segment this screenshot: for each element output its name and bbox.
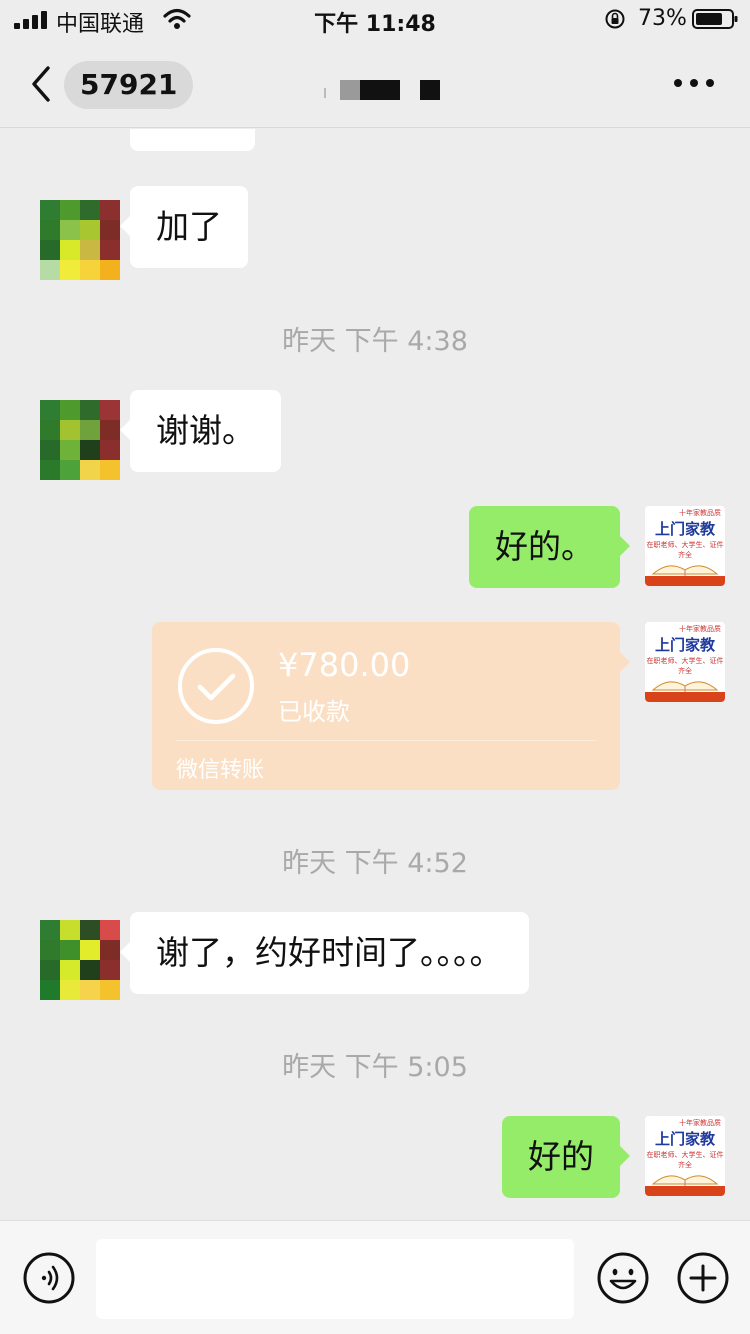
message-row: 加了 — [0, 186, 750, 280]
battery-percent: 73% — [638, 6, 687, 31]
message-list[interactable]: 加了 昨天 下午 4:38 谢谢。 好的。 十年家教品质 上门家教 在职老师、大… — [0, 129, 750, 1220]
avatar-logo-title: 上门家教 — [654, 636, 715, 654]
check-circle-icon — [178, 648, 254, 724]
unread-count-badge[interactable]: 57921 — [64, 61, 194, 109]
signal-icon — [14, 11, 47, 29]
voice-icon[interactable] — [22, 1251, 76, 1305]
emoji-icon[interactable] — [596, 1251, 650, 1305]
transfer-footer-label: 微信转账 — [176, 758, 265, 783]
orientation-lock-icon — [605, 9, 625, 29]
more-icon[interactable] — [672, 76, 716, 90]
input-bar — [0, 1220, 750, 1334]
chat-title-pixelated[interactable] — [322, 80, 442, 102]
book-icon — [651, 565, 719, 576]
chat-screen: 中国联通 下午 11:48 73% 57921 加了 昨天 下午 4:38 谢谢… — [0, 0, 750, 1334]
book-icon — [651, 1175, 719, 1186]
avatar-logo-title: 上门家教 — [654, 520, 715, 538]
transfer-divider — [176, 740, 596, 741]
message-bubble[interactable]: 加了 — [120, 186, 248, 268]
message-row: 好的。 十年家教品质 上门家教 在职老师、大学生、证件齐全 — [0, 506, 750, 592]
my-avatar[interactable]: 十年家教品质 上门家教 在职老师、大学生、证件齐全 — [645, 506, 725, 586]
wifi-icon — [163, 8, 191, 29]
back-arrow-icon[interactable] — [26, 64, 56, 104]
message-bubble[interactable]: 谢了，约好时间了。。。。 — [120, 912, 529, 994]
status-bar: 中国联通 下午 11:48 73% — [0, 0, 750, 40]
message-row: 谢了，约好时间了。。。。 — [0, 912, 750, 1000]
transfer-card[interactable]: ¥780.00 已收款 微信转账 — [152, 622, 630, 790]
avatar-logo-title: 上门家教 — [654, 1130, 715, 1148]
message-row-cut — [0, 129, 750, 151]
battery-icon — [692, 9, 738, 29]
message-bubble-partial[interactable] — [130, 129, 255, 151]
message-row: 谢谢。 — [0, 390, 750, 480]
message-bubble[interactable]: 好的。 — [469, 506, 630, 588]
nav-bar: 57921 — [0, 40, 750, 128]
message-bubble[interactable]: 谢谢。 — [120, 390, 281, 472]
contact-avatar[interactable] — [40, 200, 120, 280]
message-row: 好的 十年家教品质 上门家教 在职老师、大学生、证件齐全 — [0, 1116, 750, 1202]
plus-icon[interactable] — [676, 1251, 730, 1305]
book-icon — [651, 681, 719, 692]
my-avatar[interactable]: 十年家教品质 上门家教 在职老师、大学生、证件齐全 — [645, 1116, 725, 1196]
avatar-logo-band — [645, 692, 725, 702]
message-input[interactable] — [96, 1239, 574, 1319]
avatar-logo-band — [645, 576, 725, 586]
timestamp: 昨天 下午 5:05 — [282, 1052, 468, 1083]
carrier-name: 中国联通 — [56, 12, 145, 37]
contact-avatar[interactable] — [40, 400, 120, 480]
my-avatar[interactable]: 十年家教品质 上门家教 在职老师、大学生、证件齐全 — [645, 622, 725, 702]
avatar-logo-band — [645, 1186, 725, 1196]
message-bubble[interactable]: 好的 — [502, 1116, 630, 1198]
timestamp: 昨天 下午 4:52 — [282, 848, 468, 879]
contact-avatar[interactable] — [40, 920, 120, 1000]
transfer-row: ¥780.00 已收款 微信转账 十年家教品质 上门家教 在职老师、大学生、证件… — [0, 622, 750, 790]
timestamp: 昨天 下午 4:38 — [282, 326, 468, 357]
transfer-status: 已收款 — [278, 698, 350, 726]
transfer-amount: ¥780.00 — [278, 646, 411, 684]
